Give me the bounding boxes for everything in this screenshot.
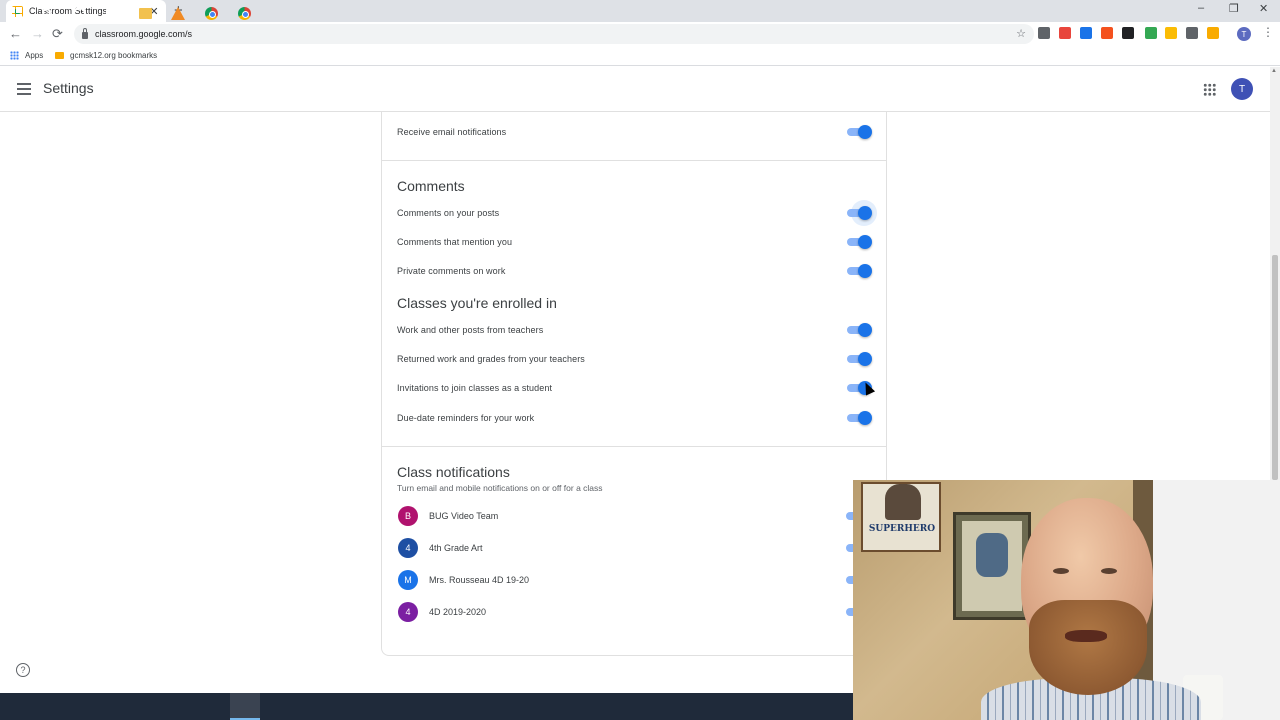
bookmark-star-icon[interactable]: ☆ xyxy=(1016,27,1026,40)
class-name: 4th Grade Art xyxy=(429,543,483,553)
extension-icon[interactable] xyxy=(1059,27,1071,39)
folder-icon xyxy=(55,52,64,59)
setting-label: Returned work and grades from your teach… xyxy=(397,354,585,364)
app-header: Settings T xyxy=(0,67,1270,112)
toggle-comments-mention[interactable] xyxy=(846,235,872,249)
taskbar-active-indicator xyxy=(230,693,260,720)
file-explorer-icon[interactable] xyxy=(139,8,152,19)
extension-icon[interactable] xyxy=(1186,27,1198,39)
google-apps-icon[interactable] xyxy=(1203,83,1216,96)
toggle-work-posts[interactable] xyxy=(846,323,872,337)
class-avatar: 4 xyxy=(398,602,418,622)
browser-menu-icon[interactable]: ⋮ xyxy=(1262,25,1274,39)
extension-icon[interactable] xyxy=(1165,27,1177,39)
setting-label-email: Receive email notifications xyxy=(397,127,507,137)
toggle-returned-work[interactable] xyxy=(846,352,872,366)
scrollbar-thumb[interactable] xyxy=(1272,255,1278,480)
toggle-private-comments[interactable] xyxy=(846,264,872,278)
setting-label: Due-date reminders for your work xyxy=(397,413,535,423)
task-view-icon[interactable] xyxy=(106,9,117,18)
address-bar[interactable]: classroom.google.com/s ☆ xyxy=(74,24,1034,44)
toggle-comments-on-posts[interactable] xyxy=(846,200,877,226)
extension-icon[interactable] xyxy=(1145,27,1157,39)
setting-label: Comments that mention you xyxy=(397,237,513,247)
section-title-comments: Comments xyxy=(397,178,465,194)
cortana-icon[interactable] xyxy=(73,7,86,20)
scroll-up-arrow-icon[interactable]: ▲ xyxy=(1271,68,1277,74)
webcam-overlay: SUPERHERO xyxy=(853,480,1280,720)
forward-button[interactable]: → xyxy=(31,26,44,41)
extension-icon[interactable] xyxy=(1038,27,1050,39)
section-divider xyxy=(381,160,887,161)
help-icon[interactable]: ? xyxy=(16,663,30,677)
class-avatar: M xyxy=(398,570,418,590)
bookmark-folder-label: gcmsk12.org bookmarks xyxy=(70,51,158,60)
toggle-email-notifications[interactable] xyxy=(846,125,872,139)
class-avatar: B xyxy=(398,506,418,526)
section-title-class-notifications: Class notifications xyxy=(397,464,510,480)
page-title: Settings xyxy=(43,80,94,96)
section-subtitle: Turn email and mobile notifications on o… xyxy=(397,483,603,493)
windows-taskbar xyxy=(0,693,853,720)
presenter-mouth xyxy=(1065,630,1107,642)
extension-icon[interactable] xyxy=(1207,27,1219,39)
main-menu-icon[interactable] xyxy=(17,83,31,95)
back-button[interactable]: ← xyxy=(9,26,22,41)
section-divider xyxy=(381,446,887,447)
window-close-button[interactable]: ✕ xyxy=(1259,2,1268,15)
poster-figure xyxy=(885,484,921,520)
windows-start-icon[interactable] xyxy=(9,7,22,20)
vlc-icon[interactable] xyxy=(171,7,185,20)
chrome-icon[interactable] xyxy=(238,7,251,20)
toggle-due-date-reminders[interactable] xyxy=(846,411,872,425)
reload-button[interactable]: ⟳ xyxy=(52,26,63,42)
presenter-beard xyxy=(1029,600,1147,695)
bookmark-folder[interactable]: gcmsk12.org bookmarks xyxy=(55,51,157,60)
presenter-eye xyxy=(1053,568,1069,574)
setting-label: Comments on your posts xyxy=(397,208,500,218)
setting-label: Invitations to join classes as a student xyxy=(397,383,553,393)
search-icon[interactable] xyxy=(42,8,51,17)
apps-label: Apps xyxy=(25,51,44,60)
extension-icon[interactable] xyxy=(1101,27,1113,39)
url-text[interactable]: classroom.google.com/s xyxy=(95,29,192,39)
extension-icon[interactable] xyxy=(1122,27,1134,39)
extension-icon[interactable] xyxy=(1080,27,1092,39)
superhero-poster: SUPERHERO xyxy=(861,482,941,552)
browser-tab-strip: Classroom Settings ✕ + – ❐ ✕ xyxy=(0,0,1280,22)
lock-icon xyxy=(82,27,88,39)
class-avatar: 4 xyxy=(398,538,418,558)
minimize-button[interactable]: – xyxy=(1198,2,1204,14)
chrome-icon[interactable] xyxy=(205,7,218,20)
class-name: BUG Video Team xyxy=(429,511,499,521)
bookmarks-bar: Apps gcmsk12.org bookmarks xyxy=(0,46,1280,66)
browser-profile-avatar[interactable]: T xyxy=(1237,27,1251,41)
poster-text: SUPERHERO xyxy=(868,524,936,534)
restore-button[interactable]: ❐ xyxy=(1229,2,1239,15)
class-name: Mrs. Rousseau 4D 19-20 xyxy=(429,575,530,585)
setting-label: Work and other posts from teachers xyxy=(397,325,544,335)
framed-poster xyxy=(953,512,1031,620)
section-title-enrolled: Classes you're enrolled in xyxy=(397,295,557,311)
apps-grid-icon xyxy=(10,51,19,60)
account-avatar[interactable]: T xyxy=(1231,78,1253,100)
class-name: 4D 2019-2020 xyxy=(429,607,487,617)
apps-bookmark[interactable]: Apps xyxy=(10,51,43,60)
setting-label: Private comments on work xyxy=(397,266,506,276)
presenter-eye xyxy=(1101,568,1117,574)
